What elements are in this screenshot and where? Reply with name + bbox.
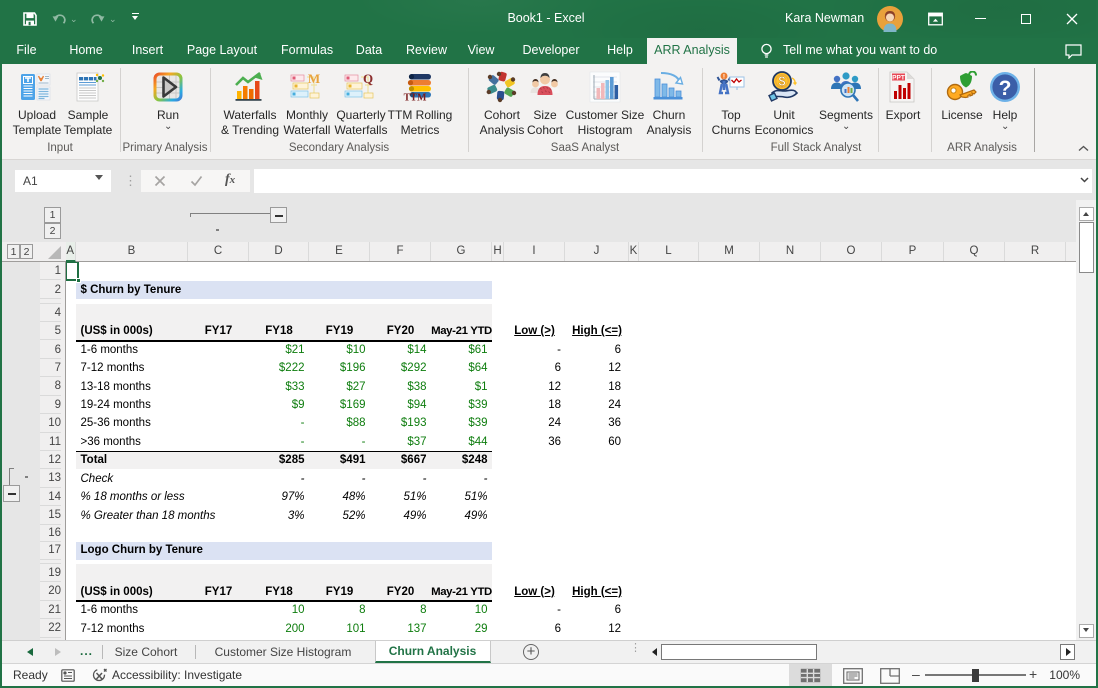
svg-text:?: ? [999, 77, 1012, 100]
svg-text:!: ! [723, 74, 725, 81]
svg-text:M: M [308, 71, 320, 86]
svg-text:Q: Q [363, 71, 373, 86]
svg-text:PPT: PPT [892, 75, 905, 82]
svg-text:TTM: TTM [404, 93, 427, 104]
svg-text:$: $ [779, 75, 786, 89]
